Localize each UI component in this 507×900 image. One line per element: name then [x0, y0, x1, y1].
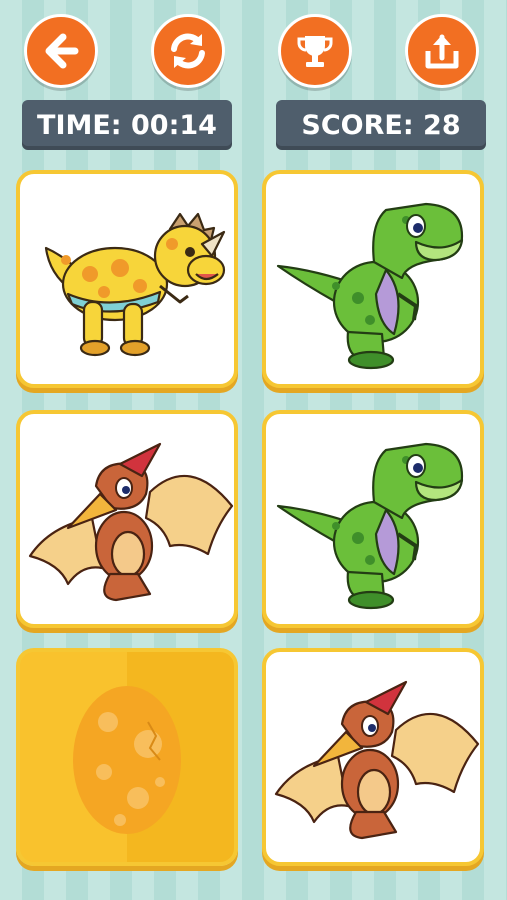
share-button[interactable]	[405, 14, 479, 88]
score-display: SCORE: 28	[276, 100, 486, 150]
card-face-down[interactable]	[16, 648, 238, 866]
trophy-icon	[297, 36, 333, 67]
t-rex-image	[276, 202, 464, 370]
back-button[interactable]	[24, 14, 98, 88]
pterodactyl-image	[28, 442, 234, 602]
pterodactyl-image	[274, 680, 480, 840]
restart-button[interactable]	[151, 14, 225, 88]
trophy-button[interactable]	[278, 14, 352, 88]
card-pterodactyl[interactable]	[16, 410, 238, 628]
refresh-icon	[171, 33, 205, 69]
egg-icon	[73, 686, 181, 834]
triceratops-image	[44, 212, 226, 357]
card-t-rex[interactable]	[262, 170, 484, 388]
share-upload-icon	[425, 34, 459, 69]
arrow-left-icon	[45, 33, 79, 69]
card-triceratops[interactable]	[16, 170, 238, 388]
card-t-rex[interactable]	[262, 410, 484, 628]
t-rex-image	[276, 442, 464, 610]
card-pterodactyl[interactable]	[262, 648, 484, 866]
timer-display: TIME: 00:14	[22, 100, 232, 150]
